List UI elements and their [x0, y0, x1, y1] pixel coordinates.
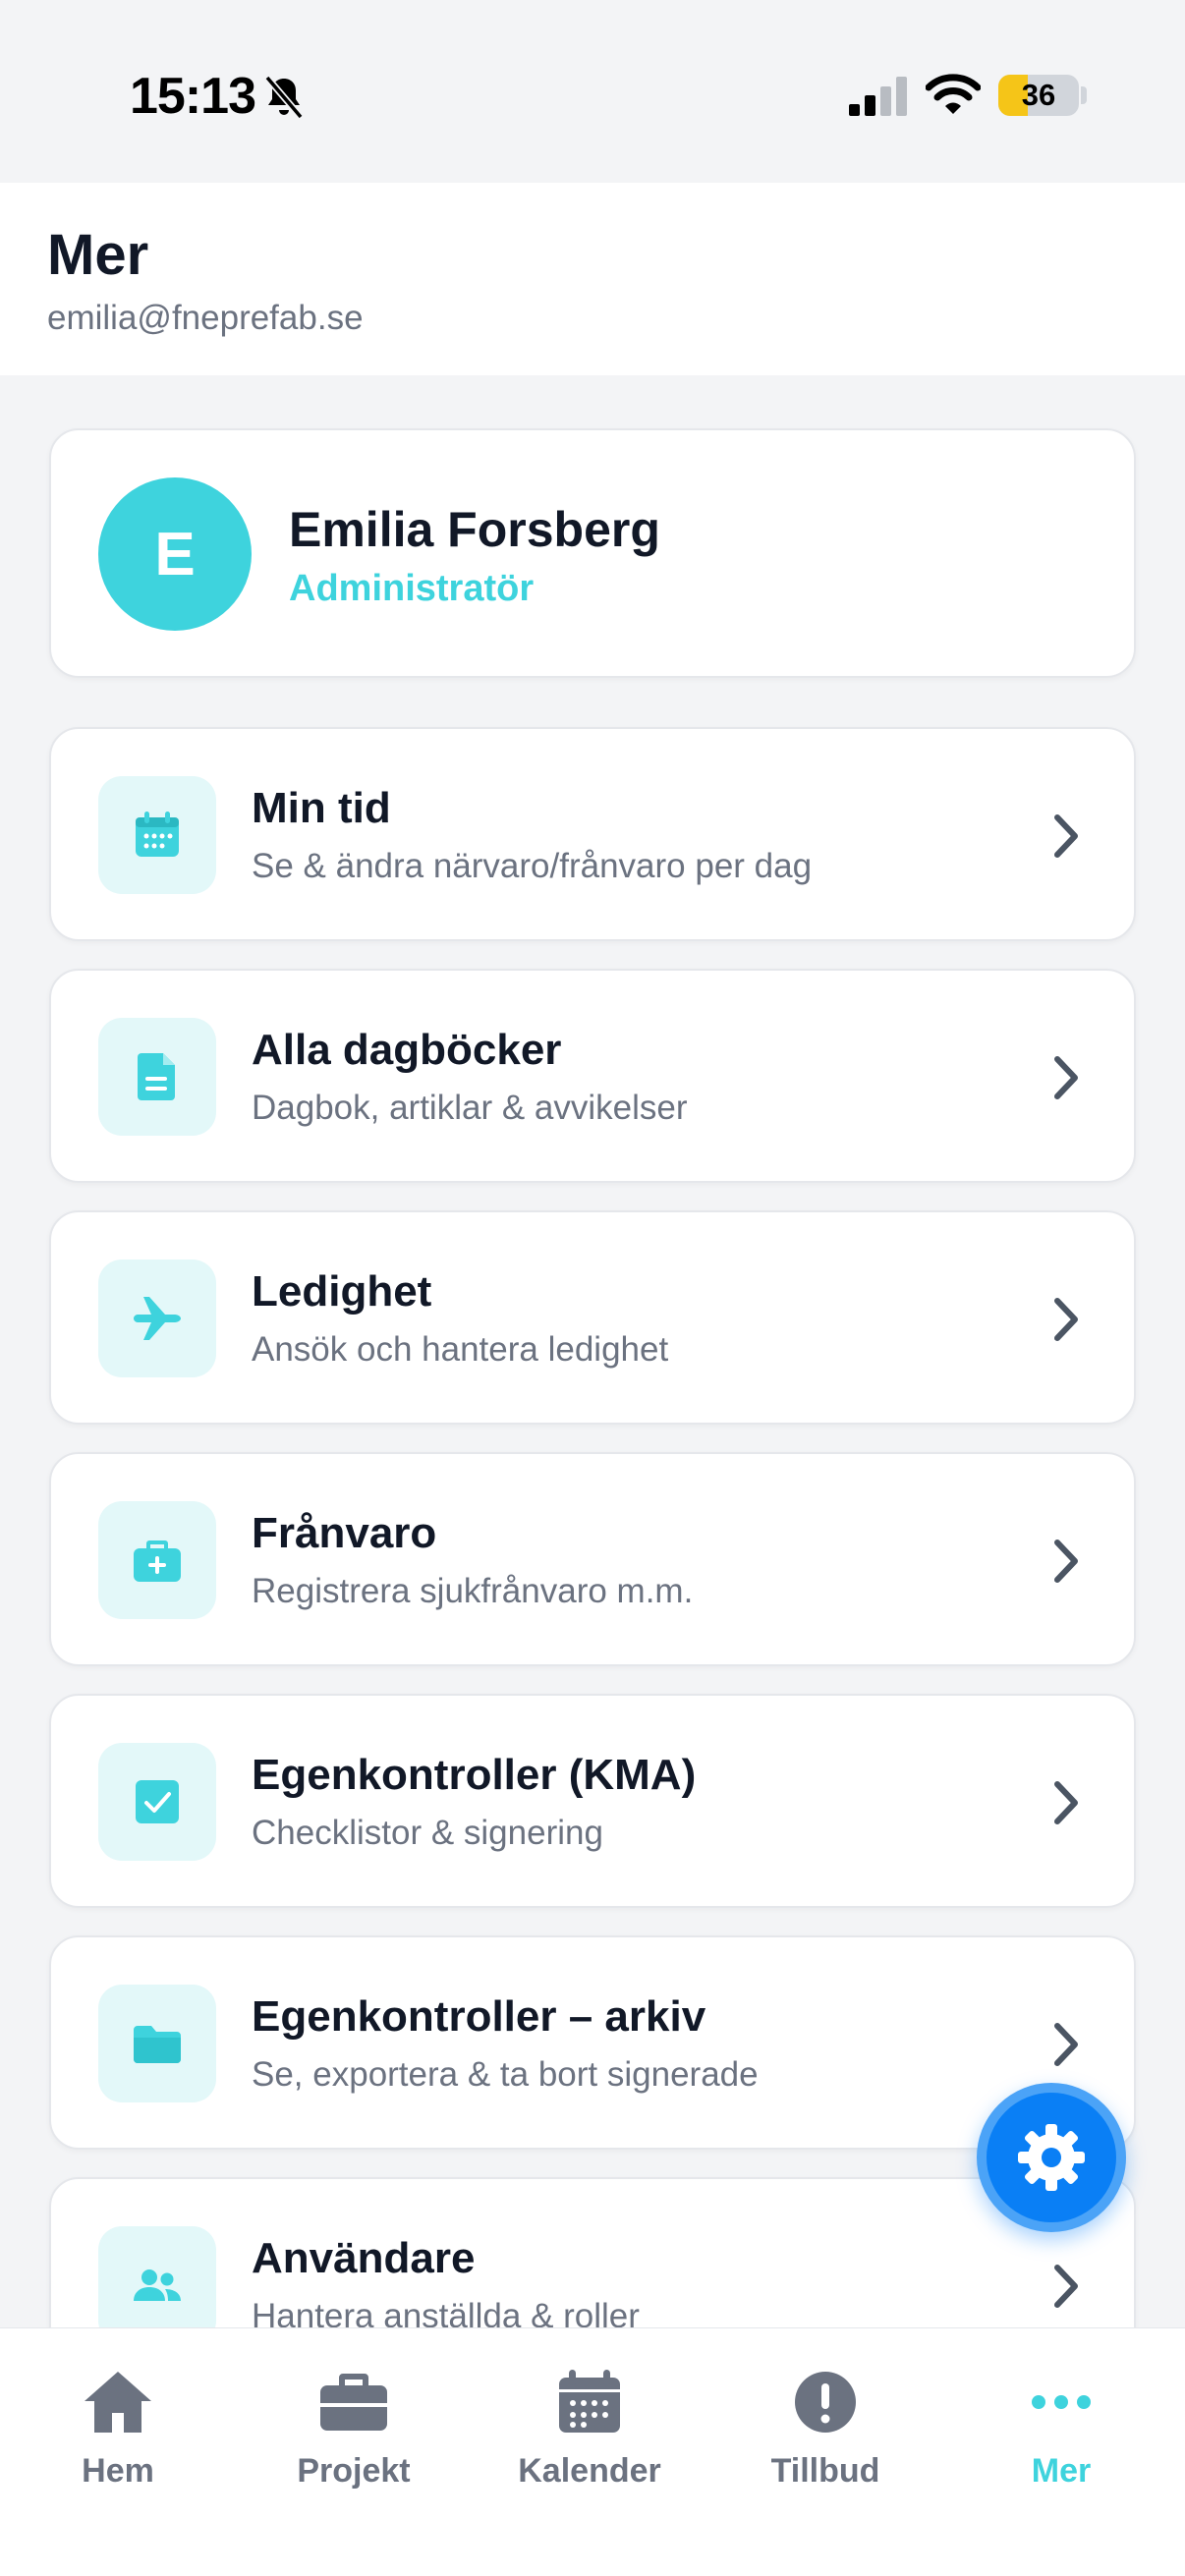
- status-time: 15:13: [130, 68, 256, 125]
- menu-item-subtitle: Registrera sjukfrånvaro m.m.: [252, 1572, 694, 1610]
- tab-kalender[interactable]: Kalender: [472, 2328, 707, 2525]
- checkbox-icon: [136, 1780, 179, 1823]
- folder-icon: [134, 2026, 181, 2063]
- profile-name: Emilia Forsberg: [289, 502, 660, 557]
- menu-item-ledighet[interactable]: Ledighet Ansök och hantera ledighet: [49, 1210, 1136, 1425]
- chevron-right-icon: [1054, 1056, 1078, 1099]
- page-header: Mer emilia@fneprefab.se: [0, 183, 1185, 375]
- calendar-icon: [559, 2370, 620, 2433]
- chevron-right-icon: [1054, 2265, 1078, 2308]
- profile-role: Administratör: [289, 568, 535, 609]
- medical-kit-icon: [134, 1540, 181, 1582]
- cellular-signal-icon: [849, 77, 907, 116]
- alert-icon: [795, 2372, 856, 2433]
- users-icon: [134, 2269, 181, 2301]
- tab-mer[interactable]: Mer: [943, 2328, 1179, 2525]
- menu-icon-box: [98, 1260, 216, 1377]
- home-icon: [85, 2372, 151, 2433]
- battery-level-text: 36: [1021, 78, 1056, 112]
- menu-item-title: Användare: [252, 2234, 476, 2282]
- chevron-right-icon: [1054, 1298, 1078, 1341]
- menu-item-franvaro[interactable]: Frånvaro Registrera sjukfrånvaro m.m.: [49, 1452, 1136, 1666]
- document-icon: [138, 1053, 175, 1100]
- menu-item-title: Min tid: [252, 784, 391, 832]
- menu-item-title: Egenkontroller (KMA): [252, 1751, 697, 1799]
- chevron-right-icon: [1054, 814, 1078, 858]
- menu-icon-box: [98, 776, 216, 894]
- menu-item-alla-dagbocker[interactable]: Alla dagböcker Dagbok, artiklar & avvike…: [49, 969, 1136, 1183]
- menu-item-subtitle: Checklistor & signering: [252, 1814, 603, 1852]
- menu-item-subtitle: Se, exportera & ta bort signerade: [252, 2055, 759, 2094]
- tab-label: Projekt: [297, 2452, 411, 2490]
- wifi-icon: [926, 74, 981, 114]
- menu-icon-box: [98, 1501, 216, 1619]
- menu-item-egenkontroller-arkiv[interactable]: Egenkontroller – arkiv Se, exportera & t…: [49, 1935, 1136, 2150]
- tab-projekt[interactable]: Projekt: [236, 2328, 472, 2525]
- menu-item-title: Ledighet: [252, 1267, 432, 1316]
- bell-muted-icon: [264, 75, 304, 120]
- menu-item-title: Frånvaro: [252, 1509, 437, 1557]
- menu-item-title: Alla dagböcker: [252, 1026, 562, 1074]
- settings-fab-button[interactable]: [977, 2083, 1126, 2232]
- battery-cap: [1081, 86, 1087, 104]
- avatar: E: [98, 477, 252, 631]
- account-email: emilia@fneprefab.se: [47, 299, 364, 337]
- menu-icon-box: [98, 2226, 216, 2344]
- status-bar: 15:13 36: [0, 0, 1185, 183]
- calendar-icon: [136, 812, 179, 857]
- menu-icon-box: [98, 1018, 216, 1136]
- profile-card[interactable]: E Emilia Forsberg Administratör: [49, 428, 1136, 678]
- tab-label: Hem: [82, 2452, 154, 2490]
- chevron-right-icon: [1054, 1781, 1078, 1824]
- menu-item-subtitle: Se & ändra närvaro/frånvaro per dag: [252, 847, 813, 885]
- chevron-right-icon: [1054, 1540, 1078, 1583]
- menu-icon-box: [98, 1743, 216, 1861]
- chevron-right-icon: [1054, 2023, 1078, 2066]
- tab-tillbud[interactable]: Tillbud: [707, 2328, 943, 2525]
- menu-item-title: Egenkontroller – arkiv: [252, 1992, 706, 2041]
- more-icon: [1032, 2395, 1091, 2409]
- menu-item-subtitle: Ansök och hantera ledighet: [252, 1330, 669, 1369]
- menu-item-min-tid[interactable]: Min tid Se & ändra närvaro/frånvaro per …: [49, 727, 1136, 941]
- menu-item-subtitle: Dagbok, artiklar & avvikelser: [252, 1089, 688, 1127]
- page-title: Mer: [47, 223, 149, 287]
- tab-label: Kalender: [518, 2452, 661, 2490]
- airplane-icon: [134, 1297, 181, 1340]
- battery-indicator: 36: [998, 75, 1079, 116]
- tab-label: Tillbud: [770, 2452, 880, 2490]
- tab-hem[interactable]: Hem: [0, 2328, 236, 2525]
- menu-icon-box: [98, 1985, 216, 2102]
- briefcase-icon: [320, 2374, 387, 2431]
- bottom-tab-bar: Hem Projekt Kalender Tillbud Mer: [0, 2328, 1185, 2576]
- tab-label: Mer: [1031, 2452, 1092, 2490]
- menu-item-egenkontroller-kma[interactable]: Egenkontroller (KMA) Checklistor & signe…: [49, 1694, 1136, 1908]
- gear-icon: [1018, 2124, 1085, 2191]
